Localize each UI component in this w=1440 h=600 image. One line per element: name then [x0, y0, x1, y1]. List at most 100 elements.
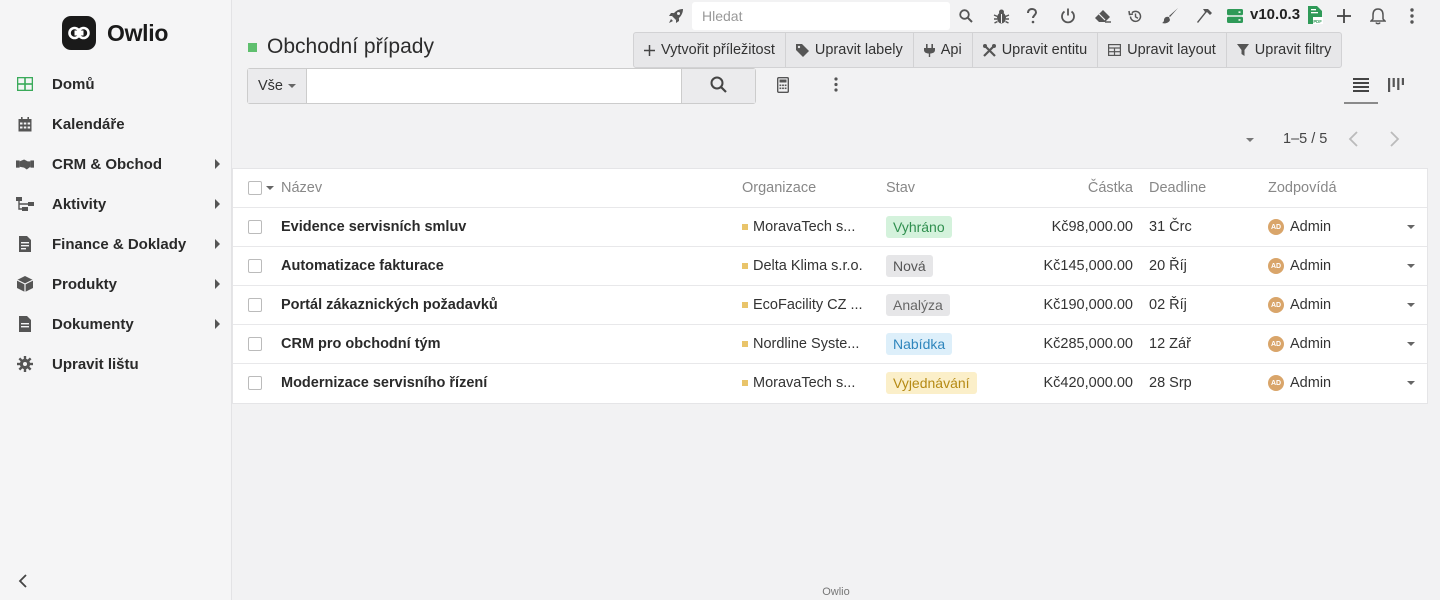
app-logo[interactable]: Owlio — [62, 15, 168, 51]
organization-link[interactable]: EcoFacility CZ ... — [742, 286, 872, 324]
avatar: AD — [1268, 258, 1284, 274]
sidebar-item-domu[interactable]: Domů — [0, 64, 232, 104]
row-checkbox[interactable] — [248, 325, 262, 363]
create-opportunity-button[interactable]: Vytvořit příležitost — [634, 33, 786, 67]
edit-entity-button[interactable]: Upravit entitu — [973, 33, 1099, 67]
sidebar-item-dokumenty[interactable]: Dokumenty — [0, 304, 232, 344]
table-row[interactable]: CRM pro obchodní tým Nordline Syste... N… — [233, 325, 1427, 364]
organization-link[interactable]: MoravaTech s... — [742, 208, 872, 246]
rocket-icon[interactable] — [666, 6, 686, 26]
table-row[interactable]: Evidence servisních smluv MoravaTech s..… — [233, 208, 1427, 247]
list-search-input[interactable] — [307, 69, 681, 103]
chevron-right-icon — [215, 239, 220, 249]
document-icon — [16, 315, 34, 333]
more-vertical-icon — [834, 77, 838, 95]
sidebar-item-upravit-listu[interactable]: Upravit lištu — [0, 344, 232, 384]
edit-labels-button[interactable]: Upravit labely — [786, 33, 914, 67]
table-icon — [1108, 44, 1122, 56]
edit-filters-button[interactable]: Upravit filtry — [1227, 33, 1342, 67]
deadline-value: 02 Říj — [1149, 297, 1187, 313]
owner-link[interactable]: AD Admin — [1268, 208, 1331, 246]
handshake-icon — [16, 155, 34, 173]
sidebar-item-aktivity[interactable]: Aktivity — [0, 184, 232, 224]
row-actions-dropdown[interactable] — [1407, 342, 1415, 346]
tools-icon — [982, 43, 996, 57]
collapse-sidebar-icon[interactable] — [14, 572, 32, 590]
organization-link[interactable]: Nordline Syste... — [742, 325, 872, 363]
opportunity-name-link[interactable]: Automatizace fakturace — [281, 247, 721, 285]
owner-name: Admin — [1290, 219, 1332, 235]
organization-link[interactable]: MoravaTech s... — [742, 364, 872, 402]
opportunity-name-link[interactable]: Portál zákaznických požadavků — [281, 286, 721, 324]
sidebar-item-crm-obchod[interactable]: CRM & Obchod — [0, 144, 232, 184]
status-cell: Vyjednávání — [886, 364, 977, 402]
calculator-icon — [776, 76, 790, 96]
column-header-owner[interactable]: Zodpovídá — [1268, 169, 1337, 207]
button-label: Upravit labely — [814, 42, 903, 58]
api-button[interactable]: Api — [914, 33, 973, 67]
scope-label: Vše — [258, 78, 283, 94]
row-checkbox[interactable] — [248, 286, 262, 324]
previous-page-icon[interactable] — [1346, 130, 1362, 148]
chevron-right-icon — [215, 319, 220, 329]
owner-name: Admin — [1290, 336, 1332, 352]
page-header: Obchodní případy — [248, 35, 434, 59]
deadline-value: 20 Říj — [1149, 258, 1187, 274]
page-size-dropdown[interactable] — [1246, 138, 1254, 142]
scope-dropdown[interactable]: Vše — [248, 69, 307, 103]
owner-link[interactable]: AD Admin — [1268, 364, 1331, 402]
button-label: Upravit layout — [1127, 42, 1216, 58]
organization-name: EcoFacility CZ ... — [753, 297, 863, 313]
owner-link[interactable]: AD Admin — [1268, 286, 1331, 324]
organization-link[interactable]: Delta Klima s.r.o. — [742, 247, 872, 285]
calculator-button[interactable] — [769, 72, 797, 100]
opportunity-name-link[interactable]: CRM pro obchodní tým — [281, 325, 721, 363]
amount-value: Kč285,000.00 — [1043, 336, 1134, 352]
status-badge: Analýza — [886, 294, 950, 316]
next-page-icon[interactable] — [1386, 130, 1402, 148]
sidebar-item-produkty[interactable]: Produkty — [0, 264, 232, 304]
button-label: Upravit entitu — [1001, 42, 1088, 58]
table-row[interactable]: Modernizace servisního řízení MoravaTech… — [233, 364, 1427, 403]
sidebar-item-kalendare[interactable]: Kalendáře — [0, 104, 232, 144]
box-icon — [16, 275, 34, 293]
organization-marker-icon — [742, 302, 748, 308]
column-header-deadline[interactable]: Deadline — [1149, 169, 1206, 207]
owl-logo-icon — [62, 16, 96, 50]
select-all-checkbox[interactable] — [248, 169, 274, 207]
row-checkbox[interactable] — [248, 364, 262, 402]
app-name: Owlio — [107, 19, 169, 46]
global-search-input[interactable] — [692, 2, 950, 30]
edit-layout-button[interactable]: Upravit layout — [1098, 33, 1227, 67]
row-actions-dropdown[interactable] — [1407, 264, 1415, 268]
sidebar-item-label: Produkty — [52, 275, 118, 293]
page-title: Obchodní případy — [267, 35, 434, 58]
tag-icon — [795, 43, 809, 57]
row-actions-dropdown[interactable] — [1407, 225, 1415, 229]
column-header-organization[interactable]: Organizace — [742, 169, 816, 207]
list-search-button[interactable] — [681, 69, 755, 103]
owner-link[interactable]: AD Admin — [1268, 325, 1331, 363]
opportunity-name-link[interactable]: Modernizace servisního řízení — [281, 364, 721, 402]
column-header-amount[interactable]: Částka — [1033, 169, 1133, 207]
sidebar-item-label: CRM & Obchod — [52, 155, 162, 173]
column-header-status[interactable]: Stav — [886, 169, 915, 207]
sidebar-item-finance-doklady[interactable]: Finance & Doklady — [0, 224, 232, 264]
home-grid-icon — [16, 75, 34, 93]
list-view-toggle[interactable] — [1344, 70, 1378, 104]
owner-name: Admin — [1290, 258, 1332, 274]
column-header-name[interactable]: Název — [281, 169, 322, 207]
opportunity-name-link[interactable]: Evidence servisních smluv — [281, 208, 721, 246]
table-row[interactable]: Portál zákaznických požadavků EcoFacilit… — [233, 286, 1427, 325]
row-actions-dropdown[interactable] — [1407, 303, 1415, 307]
amount-value: Kč420,000.00 — [1043, 375, 1134, 391]
list-view-icon — [1353, 77, 1369, 95]
row-checkbox[interactable] — [248, 247, 262, 285]
owner-link[interactable]: AD Admin — [1268, 247, 1331, 285]
status-cell: Analýza — [886, 286, 950, 324]
row-actions-dropdown[interactable] — [1407, 381, 1415, 385]
row-checkbox[interactable] — [248, 208, 262, 246]
table-row[interactable]: Automatizace fakturace Delta Klima s.r.o… — [233, 247, 1427, 286]
list-more-button[interactable] — [822, 72, 850, 100]
kanban-view-toggle[interactable] — [1382, 70, 1410, 102]
